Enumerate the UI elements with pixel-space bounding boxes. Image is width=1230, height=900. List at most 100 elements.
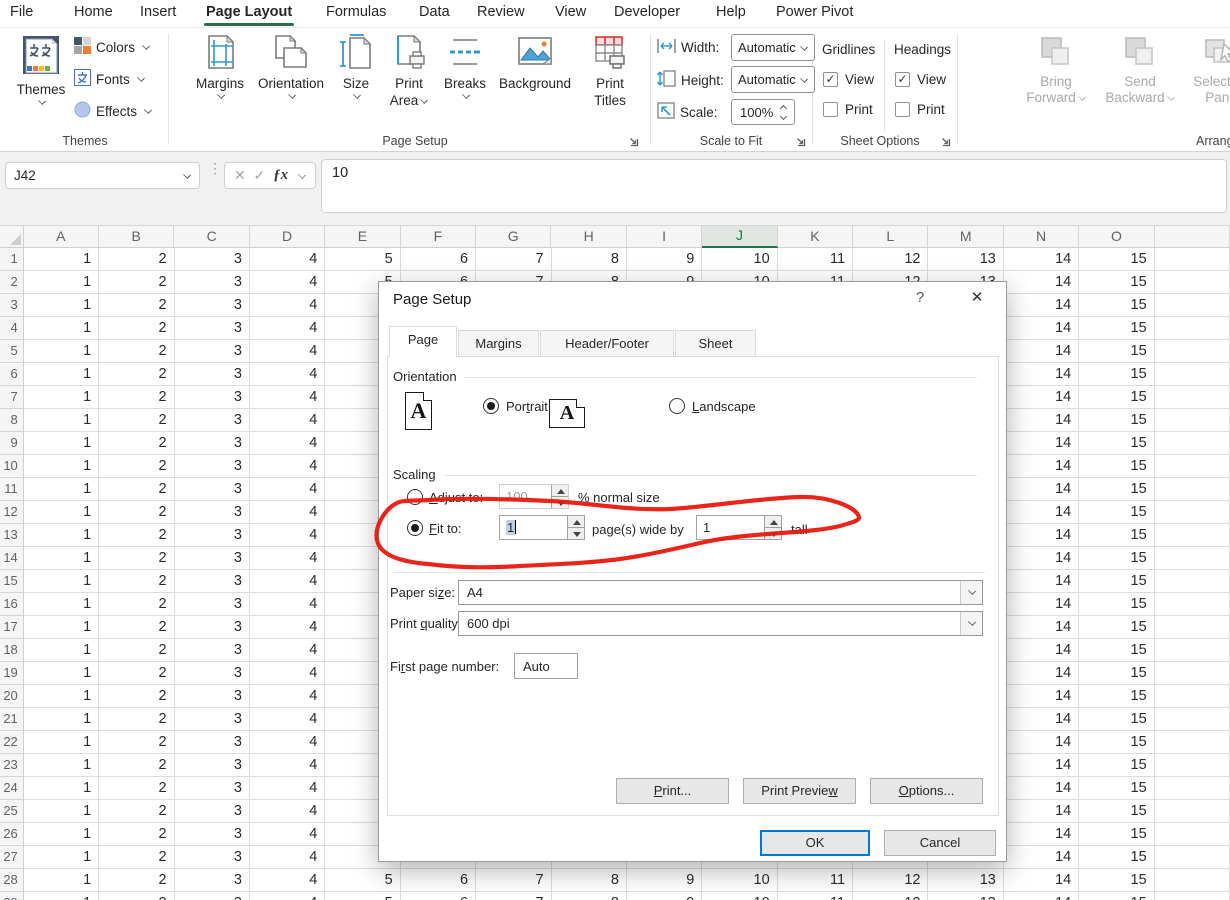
name-box[interactable]: J42 [5, 162, 200, 189]
row-header-13[interactable]: 13 [0, 524, 24, 547]
cell-x23[interactable] [1155, 754, 1230, 777]
cell-A28[interactable]: 1 [24, 869, 99, 892]
fit-to-wide-spinner[interactable]: 1 [499, 515, 585, 540]
cell-B14[interactable]: 2 [99, 547, 174, 570]
menu-tab-formulas[interactable]: Formulas [326, 0, 386, 27]
cell-x9[interactable] [1155, 432, 1230, 455]
cell-C11[interactable]: 3 [175, 478, 250, 501]
insert-function-icon[interactable]: ƒx [273, 167, 288, 184]
column-header-h[interactable]: H [551, 226, 626, 248]
cell-A4[interactable]: 1 [24, 317, 99, 340]
cell-x14[interactable] [1155, 547, 1230, 570]
cell-O11[interactable]: 15 [1079, 478, 1154, 501]
scale-spinner[interactable]: 100% [731, 99, 795, 125]
cell-N14[interactable]: 14 [1004, 547, 1079, 570]
portrait-radio-label[interactable]: Portrait [506, 399, 548, 414]
cell-B2[interactable]: 2 [99, 271, 174, 294]
cell-D5[interactable]: 4 [250, 340, 325, 363]
row-header-8[interactable]: 8 [0, 409, 24, 432]
cell-B25[interactable]: 2 [99, 800, 174, 823]
cell-N17[interactable]: 14 [1004, 616, 1079, 639]
cell-D3[interactable]: 4 [250, 294, 325, 317]
cell-O7[interactable]: 15 [1079, 386, 1154, 409]
adjust-to-radio[interactable] [407, 489, 423, 505]
cell-x4[interactable] [1155, 317, 1230, 340]
row-header-11[interactable]: 11 [0, 478, 24, 501]
cell-C20[interactable]: 3 [175, 685, 250, 708]
cell-x20[interactable] [1155, 685, 1230, 708]
cell-E1[interactable]: 5 [325, 248, 400, 271]
cell-N8[interactable]: 14 [1004, 409, 1079, 432]
row-header-15[interactable]: 15 [0, 570, 24, 593]
row-header-3[interactable]: 3 [0, 294, 24, 317]
cell-B1[interactable]: 2 [99, 248, 174, 271]
cell-I28[interactable]: 9 [627, 869, 702, 892]
print-preview-button[interactable]: Print Preview [743, 778, 856, 804]
cell-B19[interactable]: 2 [99, 662, 174, 685]
cell-B28[interactable]: 2 [99, 869, 174, 892]
headings-print-checkbox[interactable]: Print [895, 102, 945, 117]
cell-D12[interactable]: 4 [250, 501, 325, 524]
column-header-e[interactable]: E [325, 226, 400, 248]
cell-A27[interactable]: 1 [24, 846, 99, 869]
cell-B21[interactable]: 2 [99, 708, 174, 731]
cell-D10[interactable]: 4 [250, 455, 325, 478]
cell-N5[interactable]: 14 [1004, 340, 1079, 363]
enter-icon[interactable]: ✓ [254, 167, 266, 184]
themes-button[interactable]: Themes [12, 34, 70, 106]
column-header-b[interactable]: B [99, 226, 174, 248]
cell-N1[interactable]: 14 [1004, 248, 1079, 271]
landscape-radio-label[interactable]: Landscape [692, 399, 756, 414]
cell-D4[interactable]: 4 [250, 317, 325, 340]
scale-to-fit-dialog-launcher[interactable] [794, 135, 807, 148]
cell-B11[interactable]: 2 [99, 478, 174, 501]
cell-C13[interactable]: 3 [175, 524, 250, 547]
column-header-c[interactable]: C [174, 226, 249, 248]
dialog-tab-page[interactable]: Page [389, 326, 457, 357]
cell-O20[interactable]: 15 [1079, 685, 1154, 708]
cell-A9[interactable]: 1 [24, 432, 99, 455]
chevron-down-icon[interactable] [298, 171, 306, 179]
dialog-tab-sheet[interactable]: Sheet [675, 330, 756, 357]
fonts-button[interactable]: Fonts [74, 69, 145, 89]
cell-B15[interactable]: 2 [99, 570, 174, 593]
cell-F29[interactable]: 6 [401, 892, 476, 900]
cell-x8[interactable] [1155, 409, 1230, 432]
cell-N20[interactable]: 14 [1004, 685, 1079, 708]
cell-O22[interactable]: 15 [1079, 731, 1154, 754]
cell-x6[interactable] [1155, 363, 1230, 386]
cell-A19[interactable]: 1 [24, 662, 99, 685]
cell-C2[interactable]: 3 [175, 271, 250, 294]
cell-E29[interactable]: 5 [325, 892, 400, 900]
cell-O4[interactable]: 15 [1079, 317, 1154, 340]
cell-A21[interactable]: 1 [24, 708, 99, 731]
cell-B18[interactable]: 2 [99, 639, 174, 662]
cell-B27[interactable]: 2 [99, 846, 174, 869]
cell-B10[interactable]: 2 [99, 455, 174, 478]
cell-O25[interactable]: 15 [1079, 800, 1154, 823]
cell-C23[interactable]: 3 [175, 754, 250, 777]
cell-D11[interactable]: 4 [250, 478, 325, 501]
cell-A13[interactable]: 1 [24, 524, 99, 547]
column-header-n[interactable]: N [1004, 226, 1079, 248]
menu-tab-developer[interactable]: Developer [614, 0, 680, 27]
cell-D21[interactable]: 4 [250, 708, 325, 731]
column-header-o[interactable]: O [1079, 226, 1154, 248]
cell-D8[interactable]: 4 [250, 409, 325, 432]
cell-x26[interactable] [1155, 823, 1230, 846]
cell-O13[interactable]: 15 [1079, 524, 1154, 547]
cell-N9[interactable]: 14 [1004, 432, 1079, 455]
row-header-2[interactable]: 2 [0, 271, 24, 294]
cell-N3[interactable]: 14 [1004, 294, 1079, 317]
cell-B3[interactable]: 2 [99, 294, 174, 317]
combo-dropdown-button[interactable] [960, 612, 982, 635]
cell-C17[interactable]: 3 [175, 616, 250, 639]
cell-x29[interactable] [1155, 892, 1230, 900]
row-header-27[interactable]: 27 [0, 846, 24, 869]
cell-K1[interactable]: 11 [778, 248, 853, 271]
cell-H29[interactable]: 8 [552, 892, 627, 900]
size-button[interactable]: Size [333, 34, 379, 100]
cell-A29[interactable]: 1 [24, 892, 99, 900]
cell-N24[interactable]: 14 [1004, 777, 1079, 800]
print-quality-select[interactable]: 600 dpi [458, 611, 983, 636]
